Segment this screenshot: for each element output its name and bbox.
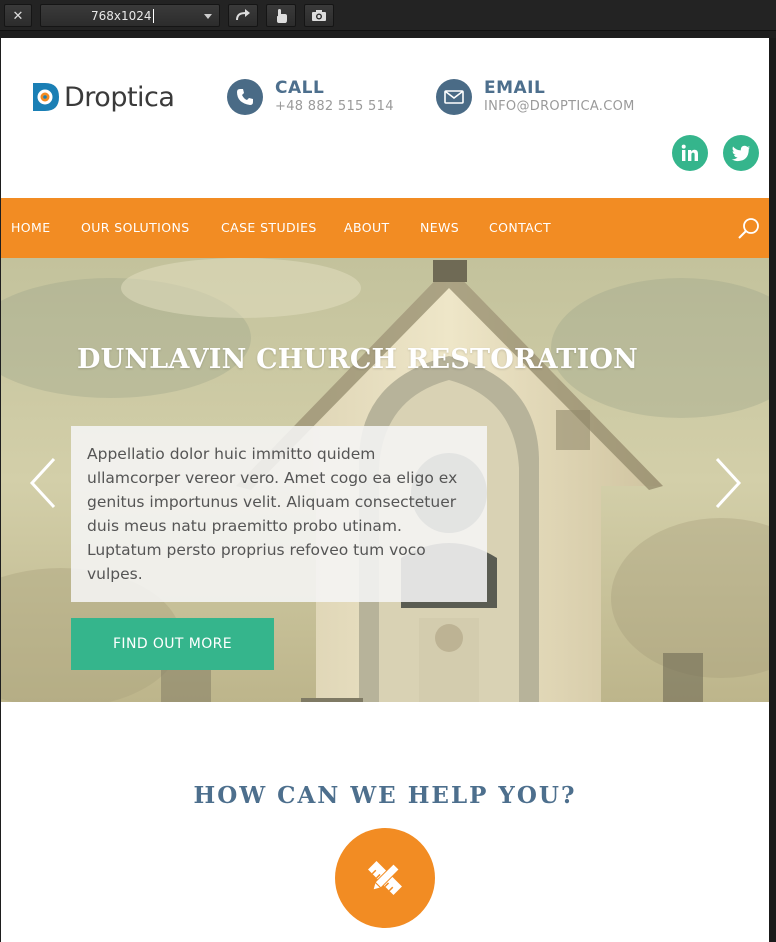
slide-text-box: Appellatio dolor huic immitto quidem ull… [71, 426, 487, 602]
logo-text: Droptica [64, 81, 175, 113]
slide-description: Appellatio dolor huic immitto quidem ull… [87, 445, 458, 583]
prev-slide-arrow-icon[interactable] [28, 456, 58, 510]
site-header: Droptica CALL +48 882 515 514 EMAIL INFO… [1, 38, 769, 198]
chevron-down-icon [204, 14, 212, 19]
site-logo[interactable]: Droptica [31, 80, 175, 114]
device-size-select[interactable]: 768x1024 [40, 4, 220, 27]
hero-slider: DUNLAVIN CHURCH RESTORATION Appellatio d… [1, 258, 769, 702]
phone-number[interactable]: +48 882 515 514 [275, 98, 394, 116]
section-title-help: HOW CAN WE HELP YOU? [193, 782, 577, 809]
email-address[interactable]: INFO@DROPTICA.COM [484, 98, 635, 116]
camera-icon [312, 10, 326, 21]
find-out-more-button[interactable]: FIND OUT MORE [71, 618, 274, 670]
phone-icon [227, 79, 263, 115]
viewport-edge [769, 38, 776, 942]
droptica-logo-icon [31, 80, 61, 114]
call-title: CALL [275, 78, 325, 98]
slide-title: DUNLAVIN CHURCH RESTORATION [77, 344, 639, 375]
envelope-icon [436, 79, 472, 115]
touch-icon [277, 8, 287, 23]
nav-item-contact[interactable]: CONTACT [489, 198, 551, 258]
close-icon: ✕ [12, 7, 24, 23]
device-size-value: 768x1024 [91, 8, 152, 23]
nav-item-about[interactable]: ABOUT [344, 198, 390, 258]
text-cursor [152, 8, 154, 23]
touch-button[interactable] [266, 4, 296, 27]
rotate-icon [236, 8, 250, 20]
device-viewport: Droptica CALL +48 882 515 514 EMAIL INFO… [1, 38, 769, 942]
nav-item-home[interactable]: HOME [11, 198, 51, 258]
nav-item-news[interactable]: NEWS [420, 198, 459, 258]
twitter-icon [731, 145, 750, 161]
search-icon[interactable] [737, 216, 761, 240]
email-block[interactable]: EMAIL INFO@DROPTICA.COM [436, 78, 635, 116]
email-title: EMAIL [484, 78, 546, 98]
main-navigation: HOME OUR SOLUTIONS CASE STUDIES ABOUT NE… [1, 198, 769, 258]
nav-item-our-solutions[interactable]: OUR SOLUTIONS [81, 198, 190, 258]
twitter-button[interactable] [723, 135, 759, 171]
nav-item-case-studies[interactable]: CASE STUDIES [221, 198, 317, 258]
services-icon-circle [335, 828, 435, 928]
linkedin-icon [681, 144, 698, 161]
pencil-ruler-icon [368, 861, 402, 895]
linkedin-button[interactable] [672, 135, 708, 171]
call-block[interactable]: CALL +48 882 515 514 [227, 78, 394, 116]
rotate-button[interactable] [228, 4, 258, 27]
close-button[interactable]: ✕ [4, 4, 32, 27]
screenshot-button[interactable] [304, 4, 334, 27]
next-slide-arrow-icon[interactable] [713, 456, 743, 510]
devtools-toolbar: ✕ 768x1024 [0, 0, 776, 31]
